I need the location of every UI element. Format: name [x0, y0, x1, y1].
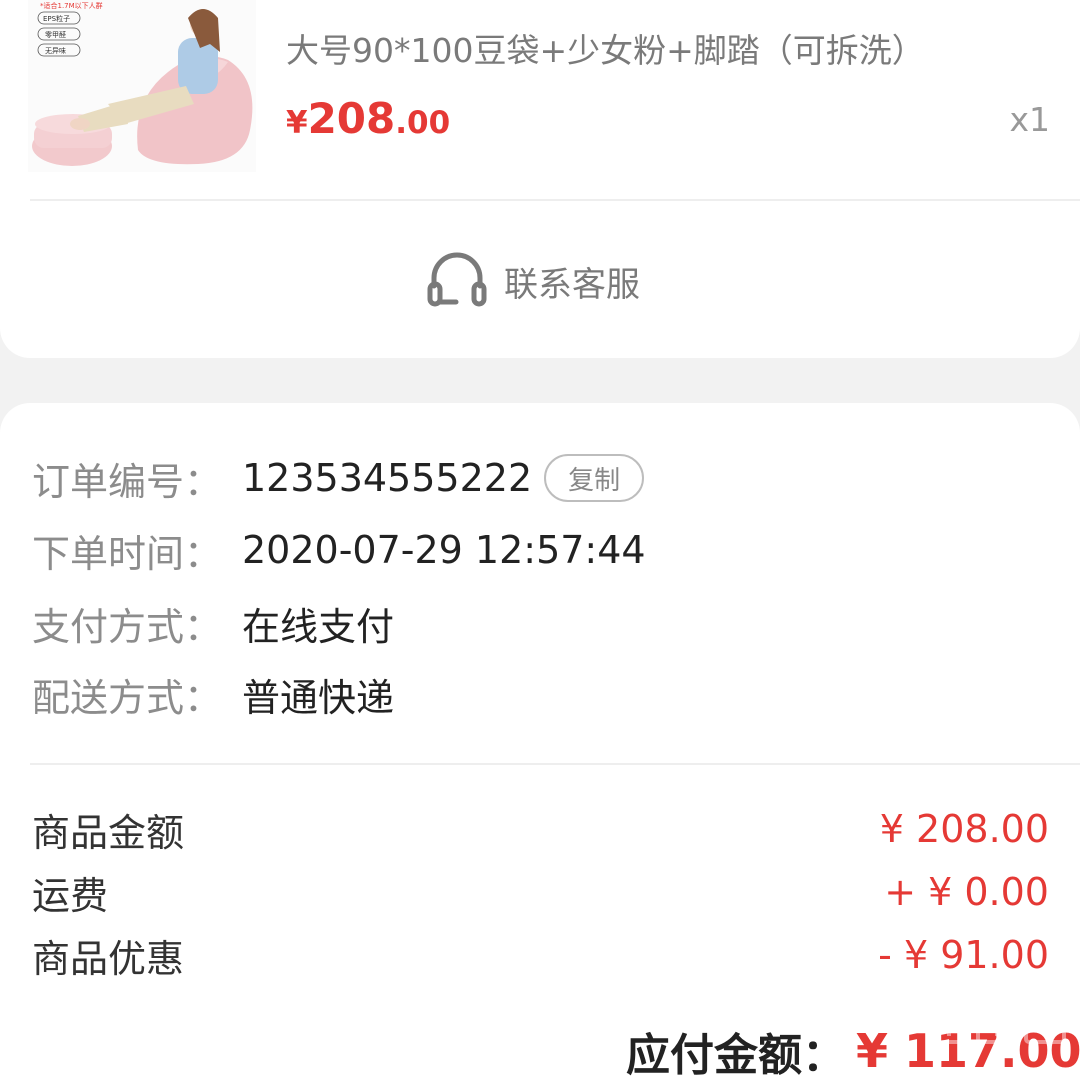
delivery-method-value: 普通快递	[242, 675, 395, 720]
product-card: *适合1.7M以下人群 EPS粒子 零甲醛 无异味 大号90*100豆袋+少女粉…	[0, 0, 1080, 358]
image-tag-1: *适合1.7M以下人群	[40, 1, 103, 10]
payment-method-row: 支付方式： 在线支付	[32, 598, 395, 649]
beanbag-photo: *适合1.7M以下人群 EPS粒子 零甲醛 无异味	[28, 0, 256, 172]
order-time-value: 2020-07-29 12:57:44	[242, 528, 646, 572]
order-number-row: 订单编号： 123534555222 复制	[32, 453, 645, 504]
delivery-method-label: 配送方式：	[32, 675, 223, 720]
shipping-fee-value: + ¥ 0.00	[884, 870, 1049, 914]
discount-row: 商品优惠 - ¥ 91.00	[32, 929, 1049, 981]
headset-icon	[426, 250, 488, 312]
goods-amount-value: ¥ 208.00	[879, 807, 1049, 851]
product-image[interactable]: *适合1.7M以下人群 EPS粒子 零甲醛 无异味	[28, 0, 256, 172]
shipping-fee-row: 运费 + ¥ 0.00	[32, 866, 1049, 918]
price-integer: 208	[307, 94, 396, 143]
delivery-method-row: 配送方式： 普通快递	[32, 669, 395, 720]
watermark-logo	[922, 996, 1072, 1080]
shipping-fee-label: 运费	[32, 873, 109, 918]
payment-method-value: 在线支付	[242, 604, 395, 649]
order-time-row: 下单时间： 2020-07-29 12:57:44	[32, 525, 646, 576]
order-time-label: 下单时间：	[32, 531, 223, 576]
goods-amount-label: 商品金额	[32, 810, 185, 855]
order-number-value: 123534555222	[242, 456, 533, 500]
contact-service-label: 联系客服	[504, 264, 640, 305]
price-decimal: .00	[395, 105, 451, 141]
total-payable-label: 应付金额：	[626, 1030, 846, 1080]
image-tag-3: 零甲醛	[45, 30, 66, 39]
divider	[30, 763, 1080, 765]
product-quantity: x1	[1009, 100, 1050, 139]
payment-method-label: 支付方式：	[32, 604, 223, 649]
divider	[30, 199, 1080, 201]
order-number-label: 订单编号：	[32, 459, 223, 504]
image-tag-4: 无异味	[45, 46, 66, 55]
goods-amount-row: 商品金额 ¥ 208.00	[32, 803, 1049, 855]
discount-label: 商品优惠	[32, 936, 185, 981]
price-currency: ¥	[286, 105, 308, 141]
product-price: ¥208.00	[286, 94, 450, 143]
discount-value: - ¥ 91.00	[878, 933, 1049, 977]
copy-button[interactable]: 复制	[544, 454, 645, 502]
contact-service-button[interactable]: 联系客服	[426, 252, 640, 310]
product-title[interactable]: 大号90*100豆袋+少女粉+脚踏（可拆洗）	[286, 24, 925, 72]
image-tag-2: EPS粒子	[43, 14, 70, 23]
